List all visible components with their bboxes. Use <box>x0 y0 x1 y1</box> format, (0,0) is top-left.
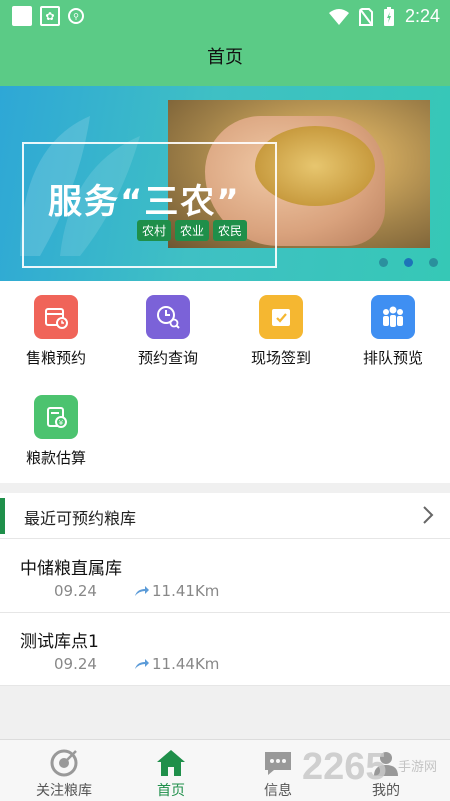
direction-arrow-icon <box>135 659 149 669</box>
banner-tags: 农村 农业 农民 <box>137 220 248 241</box>
menu-label: 现场签到 <box>250 349 311 367</box>
tab-label: 关注粮库 <box>36 783 92 799</box>
target-icon <box>8 746 120 780</box>
tab-messages[interactable]: 信息 <box>222 740 334 801</box>
wifi-icon <box>328 8 349 25</box>
checkin-calendar-icon <box>259 295 303 339</box>
tab-mine[interactable]: 我的 <box>330 740 442 801</box>
page-title: 首页 <box>0 33 450 86</box>
no-sim-icon <box>358 7 373 26</box>
user-icon <box>330 746 442 780</box>
store-date: 09.24 <box>54 582 97 600</box>
banner-title: 服务“三农” <box>48 182 241 222</box>
carousel-dot-active[interactable] <box>404 258 413 267</box>
queue-people-icon <box>371 295 415 339</box>
clock-search-icon <box>146 295 190 339</box>
distance-value: 11.41Km <box>152 582 220 600</box>
menu-label: 排队预览 <box>362 349 423 367</box>
money-calculator-icon: ¥ <box>34 395 78 439</box>
menu-label: 粮款估算 <box>25 449 86 467</box>
tab-label: 我的 <box>372 783 400 799</box>
bottom-tab-bar: 关注粮库 首页 信息 我的 <box>0 739 450 801</box>
store-date: 09.24 <box>54 655 97 673</box>
tab-label: 首页 <box>157 783 185 799</box>
function-menu: 售粮预约 预约查询 现场签到 排队预览 ¥ 粮款估算 <box>0 281 450 483</box>
banner-tag: 农业 <box>175 220 210 241</box>
menu-label: 预约查询 <box>137 349 198 367</box>
tab-label: 信息 <box>264 783 292 799</box>
carousel-indicator <box>379 258 438 267</box>
battery-icon <box>383 6 394 26</box>
banner-carousel[interactable]: 服务“三农” 农村 农业 农民 <box>0 86 450 281</box>
section-title: 最近可预约粮库 <box>24 509 137 528</box>
menu-label: 售粮预约 <box>25 349 86 367</box>
store-distance: 11.44Km <box>134 655 219 673</box>
distance-value: 11.44Km <box>152 655 220 673</box>
notification-square-icon <box>12 6 32 26</box>
list-item[interactable]: 中储粮直属库 09.24 11.41Km <box>0 540 450 613</box>
status-bar: ✿ ⚲ 2:24 <box>0 0 450 33</box>
menu-item-sell-grain[interactable]: 售粮预约 <box>0 295 112 368</box>
home-icon <box>115 746 227 780</box>
direction-arrow-icon <box>135 586 149 596</box>
banner-tag: 农村 <box>137 220 172 241</box>
status-time: 2:24 <box>404 6 440 26</box>
svg-text:¥: ¥ <box>59 419 64 427</box>
menu-item-query-appointment[interactable]: 预约查询 <box>112 295 224 368</box>
shield-icon: ⚲ <box>68 8 84 24</box>
store-name: 测试库点1 <box>20 632 99 652</box>
nearby-granaries-section: 最近可预约粮库 中储粮直属库 09.24 11.41Km 测试库点1 09.24… <box>0 493 450 686</box>
chevron-right-icon[interactable] <box>422 505 434 525</box>
section-header[interactable]: 最近可预约粮库 <box>0 493 450 539</box>
tab-home[interactable]: 首页 <box>115 740 227 801</box>
store-name: 中储粮直属库 <box>20 559 122 579</box>
carousel-dot[interactable] <box>429 258 438 267</box>
tab-follow-granary[interactable]: 关注粮库 <box>8 740 120 801</box>
menu-item-payment-estimate[interactable]: ¥ 粮款估算 <box>0 395 112 468</box>
list-item[interactable]: 测试库点1 09.24 11.44Km <box>0 613 450 686</box>
menu-item-queue-preview[interactable]: 排队预览 <box>337 295 449 368</box>
store-distance: 11.41Km <box>134 582 219 600</box>
banner-tag: 农民 <box>213 220 248 241</box>
message-icon <box>222 746 334 780</box>
calendar-clock-icon <box>34 295 78 339</box>
paw-icon: ✿ <box>40 6 60 26</box>
carousel-dot[interactable] <box>379 258 388 267</box>
section-accent-bar <box>0 498 5 534</box>
menu-item-check-in[interactable]: 现场签到 <box>225 295 337 368</box>
